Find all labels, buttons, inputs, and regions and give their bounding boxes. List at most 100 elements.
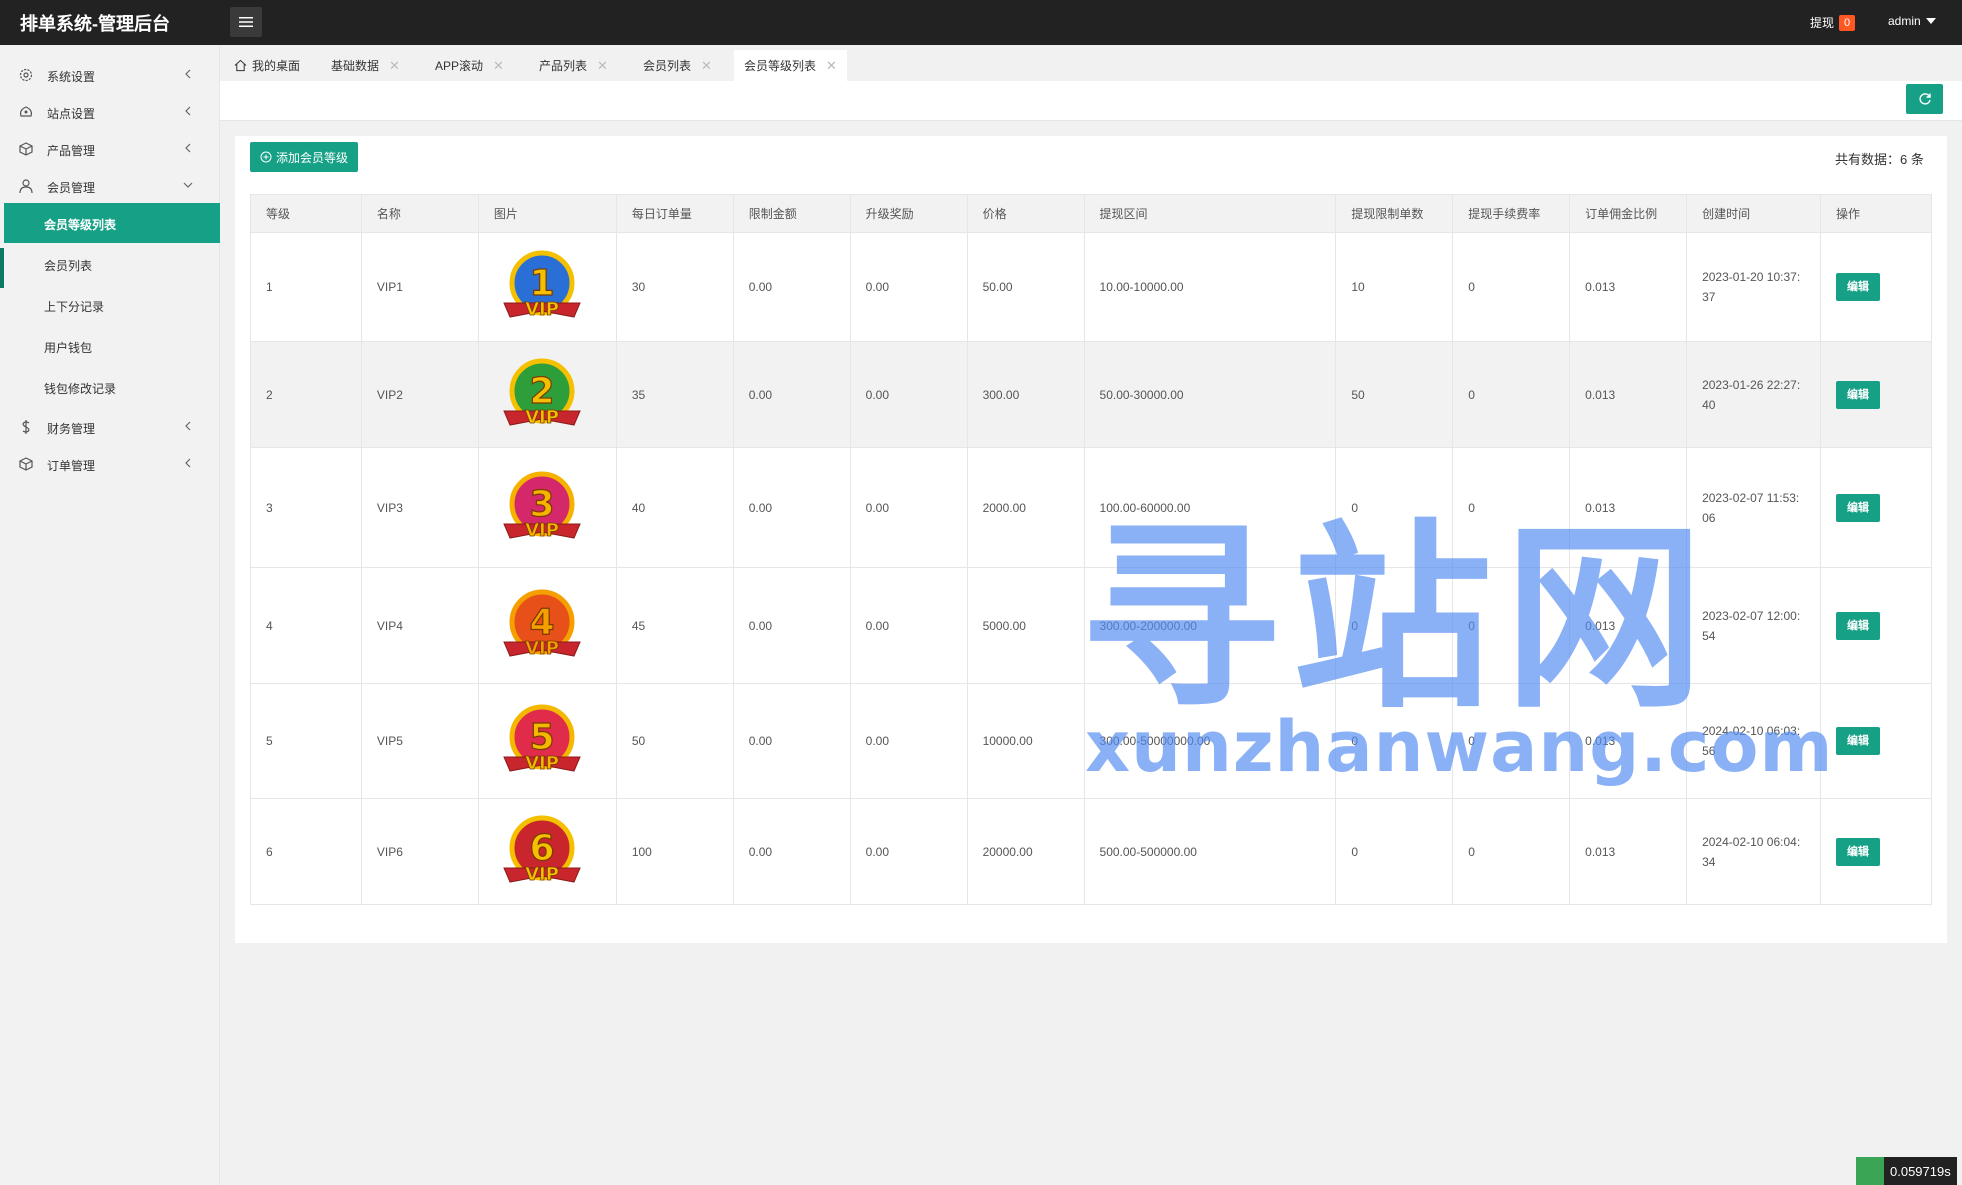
cell-limit: 0.00 bbox=[732, 567, 851, 684]
cell-created-text: 2024-02-10 06:04:34 bbox=[1702, 834, 1801, 869]
vip-badge-number: 4 bbox=[529, 602, 554, 643]
cell-created-text: 2023-01-20 10:37:37 bbox=[1702, 270, 1801, 304]
tab-product-list[interactable]: 产品列表 ✕ bbox=[529, 50, 618, 81]
menu-toggle-button[interactable] bbox=[230, 7, 262, 37]
cell-reward: 0.00 bbox=[849, 232, 968, 342]
tab-member-levels[interactable]: 会员等级列表 ✕ bbox=[734, 50, 847, 81]
home-icon bbox=[234, 59, 247, 72]
tab-member-list[interactable]: 会员列表 ✕ bbox=[633, 50, 722, 81]
cell-actions: 编辑 bbox=[1819, 341, 1933, 448]
vip-badge-cell: 3 VIP bbox=[477, 447, 617, 568]
edit-button[interactable]: 编辑 bbox=[1835, 837, 1880, 866]
sidebar-item-system-settings[interactable]: 系统设置 bbox=[0, 56, 220, 92]
tab-label: 我的桌面 bbox=[252, 59, 301, 73]
tab-desktop[interactable]: 我的桌面 bbox=[224, 50, 310, 81]
cell-level: 2 bbox=[250, 341, 362, 448]
cell-range: 500.00-500000.00 bbox=[1083, 798, 1337, 905]
cell-limit: 0.00 bbox=[732, 447, 851, 568]
close-icon[interactable]: ✕ bbox=[493, 58, 504, 74]
withdraw-link[interactable]: 提现 0 bbox=[1810, 14, 1856, 31]
vip-badge-cell: 2 VIP bbox=[477, 341, 617, 448]
chevron-left-icon bbox=[185, 143, 191, 153]
sidebar-subitem-wallet-edit-records[interactable]: 钱包修改记录 bbox=[0, 367, 220, 407]
sidebar-item-order-management[interactable]: 订单管理 bbox=[0, 445, 220, 481]
cell-limit: 0.00 bbox=[732, 683, 851, 799]
cell-price: 20000.00 bbox=[966, 798, 1085, 905]
cell-range: 10.00-10000.00 bbox=[1083, 232, 1337, 342]
cell-range: 50.00-30000.00 bbox=[1083, 341, 1337, 448]
cell-daily: 100 bbox=[615, 798, 734, 905]
hamburger-icon bbox=[239, 17, 253, 27]
table-row: 6 VIP6 6 VIP 100 0.00 0.00 20000.00 500.00-50000… bbox=[250, 798, 1933, 905]
vip-badge-icon: 3VIP bbox=[503, 471, 581, 541]
add-member-level-button[interactable]: 添加会员等级 bbox=[250, 142, 358, 172]
cell-fee: 0 bbox=[1452, 341, 1571, 448]
sidebar-item-label: 财务管理 bbox=[47, 422, 96, 436]
close-icon[interactable]: ✕ bbox=[701, 58, 712, 74]
vip-badge-number: 1 bbox=[529, 263, 554, 304]
edit-button[interactable]: 编辑 bbox=[1835, 493, 1880, 522]
cell-created: 2023-01-26 22:27:40 bbox=[1686, 341, 1821, 448]
cell-reward: 0.00 bbox=[849, 567, 968, 684]
column-header: 提现手续费率 bbox=[1452, 194, 1571, 233]
svg-text:VIP: VIP bbox=[525, 753, 559, 774]
user-menu[interactable]: admin bbox=[1888, 14, 1936, 28]
edit-button[interactable]: 编辑 bbox=[1835, 727, 1880, 755]
vip-badge-number: 3 bbox=[529, 484, 554, 525]
tab-basic-data[interactable]: 基础数据 ✕ bbox=[321, 50, 410, 81]
cell-level: 3 bbox=[250, 447, 362, 568]
sidebar-item-member-management[interactable]: 会员管理 bbox=[0, 167, 220, 203]
svg-text:VIP: VIP bbox=[525, 520, 559, 541]
sidebar: 系统设置 站点设置 产品管理 会员管理 会员等级列表 会员列表 上下分记录 用户… bbox=[0, 45, 220, 1185]
cell-reward: 0.00 bbox=[849, 447, 968, 568]
tab-app-scroll[interactable]: APP滚动 ✕ bbox=[425, 50, 514, 81]
edit-button[interactable]: 编辑 bbox=[1835, 380, 1880, 409]
cell-reward: 0.00 bbox=[849, 683, 968, 799]
cell-created-text: 2023-02-07 11:53:06 bbox=[1702, 490, 1800, 525]
cell-commission: 0.013 bbox=[1569, 798, 1688, 905]
vip-badge-number: 6 bbox=[529, 828, 554, 869]
timer-value: 0.059719s bbox=[1890, 1163, 1951, 1179]
cell-name: VIP2 bbox=[360, 341, 479, 448]
cell-price: 10000.00 bbox=[966, 683, 1085, 799]
cell-created-text: 2023-01-26 22:27:40 bbox=[1702, 377, 1801, 412]
vip-badge-icon: 4VIP bbox=[503, 589, 581, 659]
column-header: 提现区间 bbox=[1083, 194, 1337, 233]
close-icon[interactable]: ✕ bbox=[389, 58, 400, 74]
edit-button[interactable]: 编辑 bbox=[1835, 273, 1880, 301]
column-header: 提现限制单数 bbox=[1335, 194, 1454, 233]
sidebar-subitem-member-list[interactable]: 会员列表 bbox=[0, 244, 220, 284]
sidebar-subitem-score-records[interactable]: 上下分记录 bbox=[0, 285, 220, 325]
sidebar-item-finance-management[interactable]: 财务管理 bbox=[0, 408, 220, 444]
sidebar-item-product-management[interactable]: 产品管理 bbox=[0, 130, 220, 166]
cell-name: VIP6 bbox=[360, 798, 479, 905]
column-header: 订单佣金比例 bbox=[1569, 194, 1688, 233]
sidebar-subitem-label: 会员等级列表 bbox=[44, 218, 117, 232]
cell-actions: 编辑 bbox=[1819, 232, 1933, 342]
sidebar-item-site-settings[interactable]: 站点设置 bbox=[0, 93, 220, 129]
refresh-button[interactable] bbox=[1906, 84, 1943, 114]
cell-price: 5000.00 bbox=[966, 567, 1085, 684]
column-header: 创建时间 bbox=[1686, 194, 1821, 233]
column-header: 限制金额 bbox=[732, 194, 851, 233]
column-header: 升级奖励 bbox=[849, 194, 968, 233]
vip-badge-number: 2 bbox=[529, 371, 554, 412]
cell-fee: 0 bbox=[1452, 232, 1571, 342]
cell-fee: 0 bbox=[1452, 798, 1571, 905]
tab-label: 基础数据 bbox=[331, 59, 380, 73]
cell-wlimit: 10 bbox=[1335, 232, 1454, 342]
cell-price: 300.00 bbox=[966, 341, 1085, 448]
cell-limit: 0.00 bbox=[732, 798, 851, 905]
withdraw-label: 提现 bbox=[1810, 16, 1835, 30]
edit-button[interactable]: 编辑 bbox=[1835, 611, 1880, 640]
column-header: 图片 bbox=[477, 194, 617, 233]
sidebar-subitem-member-levels[interactable]: 会员等级列表 bbox=[4, 203, 220, 243]
top-bar: 排单系统-管理后台 提现 0 admin bbox=[0, 0, 1962, 45]
close-icon[interactable]: ✕ bbox=[826, 58, 837, 74]
toolbar-strip bbox=[220, 81, 1962, 121]
sidebar-item-label: 订单管理 bbox=[47, 459, 96, 473]
cell-created: 2024-02-10 06:04:34 bbox=[1686, 798, 1821, 905]
sidebar-subitem-user-wallet[interactable]: 用户钱包 bbox=[0, 326, 220, 366]
cell-actions: 编辑 bbox=[1819, 567, 1933, 684]
close-icon[interactable]: ✕ bbox=[597, 58, 608, 74]
